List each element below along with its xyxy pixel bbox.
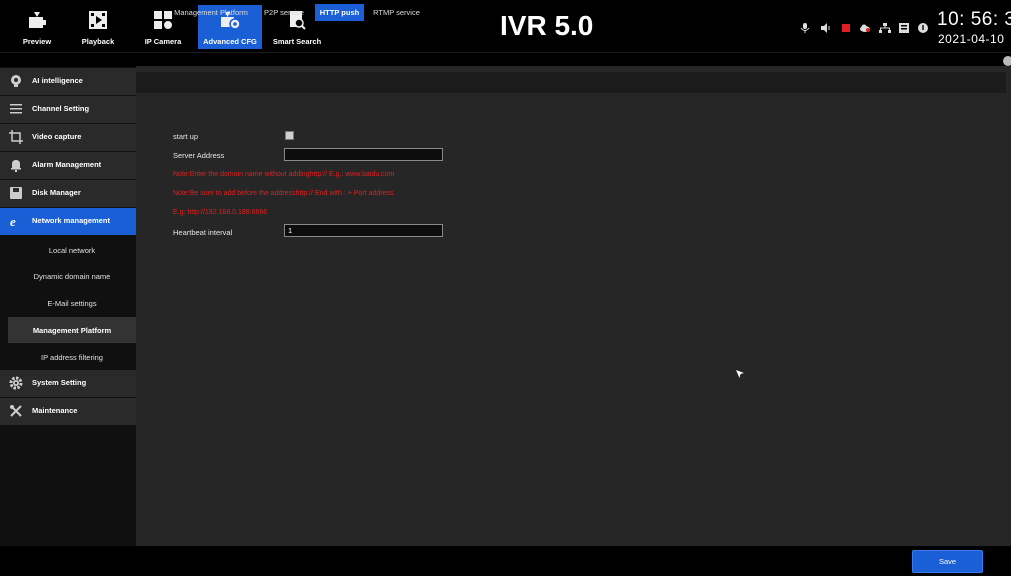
sidebar-item-disk-manager[interactable]: Disk Manager	[0, 180, 136, 208]
subitem-dynamic-domain-name[interactable]: Dynamic domain name	[8, 263, 136, 289]
microphone-icon[interactable]	[799, 22, 811, 34]
sidebar-item-label: Maintenance	[32, 406, 78, 415]
nav-playback[interactable]: Playback	[68, 5, 128, 49]
subitem-label: E-Mail settings	[47, 299, 97, 308]
ie-icon: e	[10, 214, 16, 228]
footer-bar	[0, 546, 1011, 576]
tab-http-push[interactable]: HTTP push	[315, 4, 364, 21]
info-icon[interactable]	[917, 22, 929, 34]
nav-playback-label: Playback	[81, 37, 115, 46]
gear-icon	[9, 376, 23, 390]
subitem-label: Local network	[48, 246, 96, 255]
sidebar-item-label: System Setting	[32, 378, 87, 387]
server-address-input[interactable]	[284, 148, 443, 161]
sidebar-item-alarm-management[interactable]: Alarm Management	[0, 152, 136, 180]
bell-icon	[11, 160, 21, 172]
subitem-label: Management Platform	[32, 326, 112, 335]
cloud-icon	[860, 24, 870, 32]
nav-ip-camera-label: IP Camera	[144, 37, 182, 46]
subitem-local-network[interactable]: Local network	[8, 237, 136, 263]
sidebar-item-ai-intelligence[interactable]: AI intelligence	[0, 68, 136, 96]
server-address-label: Server Address	[173, 151, 225, 160]
network-icon	[879, 23, 891, 33]
crop-icon	[9, 130, 23, 144]
subitem-label: Dynamic domain name	[33, 272, 111, 281]
ai-icon	[11, 75, 21, 87]
nav-advanced-cfg-label: Advanced CFG	[203, 37, 257, 46]
nav-preview[interactable]: Preview	[7, 5, 67, 49]
preview-icon	[29, 12, 46, 28]
channel-icon	[10, 104, 22, 114]
svg-text:e: e	[10, 214, 16, 228]
save-button[interactable]: Save	[912, 550, 983, 573]
note-example: E.g: http://192.168.0.188:6666	[173, 209, 268, 216]
nav-smart-search-label: Smart Search	[272, 37, 322, 46]
clock-date: 2021-04-10	[938, 32, 1005, 46]
sidebar-item-label: Disk Manager	[32, 188, 81, 197]
sidebar-item-label: Video capture	[32, 132, 82, 141]
mouse-cursor-icon	[736, 370, 744, 378]
tab-strip	[136, 72, 1006, 93]
heartbeat-label: Heartbeat interval	[173, 228, 233, 237]
clock-time: 10: 56: 30	[937, 9, 1011, 30]
playback-icon	[89, 11, 107, 29]
heartbeat-input[interactable]: 1	[284, 224, 443, 237]
sidebar-item-network-management[interactable]: e Network management	[0, 208, 136, 236]
note-http-prefix: Note:Be sure to add before the addressht…	[173, 190, 394, 197]
speaker-icon[interactable]	[820, 22, 832, 34]
main-panel	[136, 66, 1011, 546]
storage-icon	[899, 23, 909, 33]
subitem-management-platform[interactable]: Management Platform	[8, 317, 136, 343]
subitem-email-settings[interactable]: E-Mail settings	[8, 290, 136, 316]
sidebar-item-channel-setting[interactable]: Channel Setting	[0, 96, 136, 124]
subitem-ip-address-filtering[interactable]: IP address filtering	[8, 344, 136, 370]
nav-preview-label: Preview	[22, 37, 52, 46]
sidebar-item-system-setting[interactable]: System Setting	[0, 370, 136, 398]
subitem-label: IP address filtering	[41, 353, 103, 362]
tab-p2p-service[interactable]: P2P service	[259, 4, 309, 21]
note-domain: Note:Enter the domain name without addin…	[173, 171, 395, 178]
close-icon[interactable]	[1003, 56, 1011, 66]
startup-checkbox[interactable]	[285, 131, 294, 140]
sidebar-item-maintenance[interactable]: Maintenance	[0, 398, 136, 426]
brand-title: IVR 5.0	[500, 10, 594, 41]
sidebar-item-label: Channel Setting	[32, 104, 90, 113]
sidebar-item-label: Alarm Management	[32, 160, 102, 169]
sidebar-item-label: Network management	[32, 216, 110, 225]
record-icon	[842, 24, 850, 32]
tools-icon	[10, 405, 22, 417]
disk-icon	[10, 187, 22, 199]
tab-management-platform[interactable]: Management Platform	[168, 4, 254, 21]
sidebar-item-label: AI intelligence	[32, 76, 83, 85]
sidebar-item-video-capture[interactable]: Video capture	[0, 124, 136, 152]
startup-label: start up	[173, 132, 199, 141]
tab-rtmp-service[interactable]: RTMP service	[368, 4, 425, 21]
